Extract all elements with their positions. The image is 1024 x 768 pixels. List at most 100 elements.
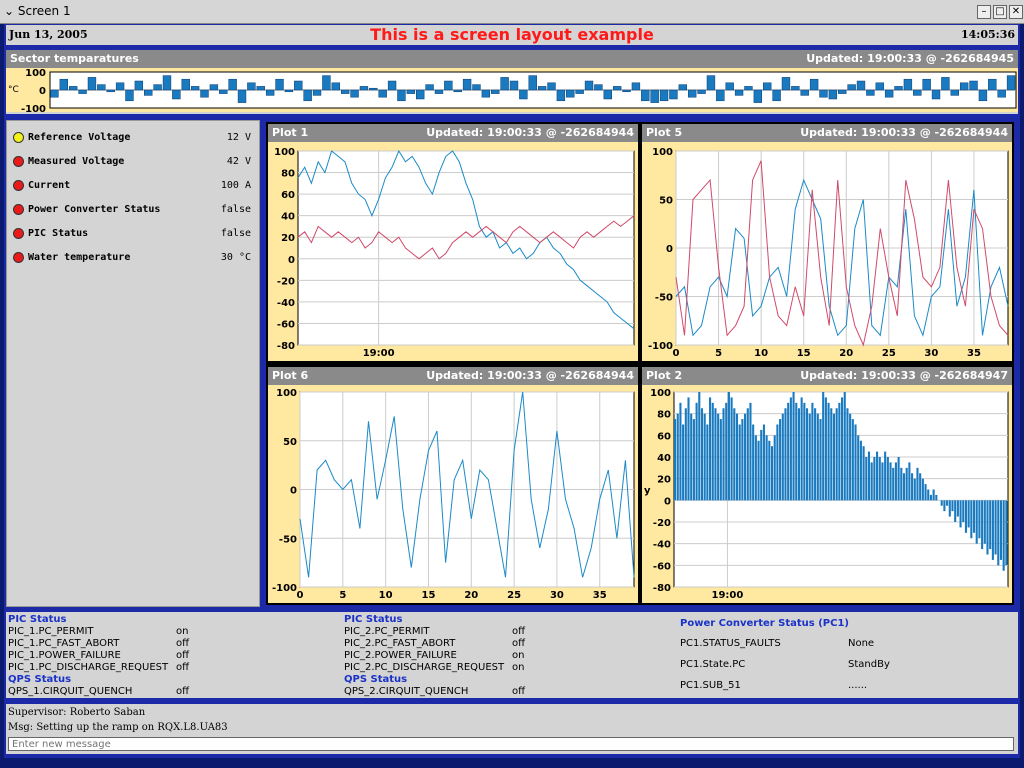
plot6-panel: Plot 6 Updated: 19:00:33 @ -262684944 10… [268, 367, 638, 603]
bottom-status-panel: PIC Status PIC_1.PC_PERMIT on PIC_1.PC_FAST… [6, 612, 1018, 698]
y-tick-label: 40 [281, 212, 295, 223]
bar [768, 440, 771, 501]
y-tick-label: -80 [653, 583, 671, 594]
bar [190, 86, 200, 91]
row-key: PIC_2.POWER_FAILURE [344, 650, 457, 661]
bar [924, 484, 927, 501]
new-message-input[interactable] [8, 737, 1014, 751]
row-key: PIC_1.PC_PERMIT [8, 626, 94, 637]
bar [875, 82, 884, 91]
bar [331, 82, 340, 91]
message-text: Msg: Setting up the ramp on RQX.L8.UA83 [8, 722, 228, 733]
y-tick-label: -60 [277, 319, 295, 330]
y-tick-label: -100 [21, 104, 46, 112]
bar [884, 89, 894, 98]
plot2-panel: Plot 2 Updated: 19:00:33 @ -262684947 10… [642, 367, 1012, 603]
x-tick-label: 0 [297, 590, 304, 601]
x-tick-label: 20 [464, 590, 478, 601]
minimize-button[interactable]: – [977, 5, 991, 19]
bar [125, 89, 134, 102]
status-indicator-icon [13, 132, 24, 143]
pic1-status-table: PIC Status PIC_1.PC_PERMIT on PIC_1.PC_FAST… [8, 614, 338, 698]
bar [959, 500, 962, 528]
x-tick-label: 19:00 [363, 348, 395, 359]
bar [916, 467, 919, 501]
row-key: PIC_1.POWER_FAILURE [8, 650, 121, 661]
bar [406, 89, 416, 94]
bar [749, 402, 752, 501]
bar [725, 82, 734, 91]
bar [819, 89, 828, 98]
maximize-button[interactable]: □ [993, 5, 1007, 19]
sector-title: Sector temparatures [10, 52, 139, 65]
status-value: 12 V [226, 132, 251, 143]
bar [387, 80, 397, 91]
bar [760, 429, 763, 501]
bar [803, 402, 806, 501]
bar [851, 419, 854, 501]
bar [219, 89, 228, 94]
y-tick-label: 50 [283, 437, 297, 448]
bar [322, 75, 331, 91]
table-header: QPS Status [8, 674, 72, 685]
bar [556, 89, 566, 102]
bar [959, 82, 969, 91]
bar [659, 89, 669, 102]
table-row: PIC_1.POWER_FAILURE off [8, 650, 338, 662]
status-value: false [220, 228, 251, 239]
close-button[interactable]: ✕ [1009, 5, 1023, 19]
bar [876, 451, 879, 501]
table-row: PIC_2.POWER_FAILURE on [344, 650, 674, 662]
plot6-title: Plot 6 [272, 369, 309, 382]
bar [862, 446, 865, 501]
y-tick-label: 20 [657, 475, 671, 486]
bar [967, 500, 970, 528]
bar [709, 397, 712, 501]
bar [881, 462, 884, 501]
status-label: Power Converter Status [28, 204, 161, 215]
bar [962, 500, 965, 522]
plot-area [297, 150, 635, 346]
window-menu-icon[interactable]: ⌄ [4, 4, 14, 18]
y-tick-label: 100 [274, 147, 295, 158]
bar [744, 413, 747, 501]
bar [247, 82, 256, 91]
x-tick-label: 25 [882, 348, 896, 359]
plot5-title-bar: Plot 5 Updated: 19:00:33 @ -262684944 [642, 124, 1012, 142]
status-item: Reference Voltage 12 V [13, 130, 257, 146]
bar [528, 75, 537, 91]
status-value: 30 °C [220, 252, 251, 263]
bar [789, 397, 792, 501]
plot1-title: Plot 1 [272, 126, 309, 139]
bar [892, 467, 895, 501]
status-label: PIC Status [28, 228, 89, 239]
bar [791, 86, 800, 91]
bar [991, 500, 994, 560]
supervisor-label: Supervisor: Roberto Saban [8, 707, 146, 718]
bar [87, 77, 97, 91]
bar [983, 500, 986, 544]
bar [209, 84, 219, 91]
bar [462, 78, 472, 91]
bar [734, 89, 744, 96]
table-row: PC1.State.PC StandBy [680, 659, 1010, 680]
bar [800, 89, 809, 96]
bar [425, 84, 434, 91]
bar [822, 392, 825, 501]
plot5-title: Plot 5 [646, 126, 683, 139]
plot6-title-bar: Plot 6 Updated: 19:00:33 @ -262684944 [268, 367, 638, 385]
bar [972, 500, 976, 533]
x-tick-label: 15 [422, 590, 436, 601]
table-row: PIC_1.PC_PERMIT on [8, 626, 338, 638]
bar [481, 89, 491, 98]
header-bar: Jun 13, 2005 This is a screen layout exa… [6, 25, 1018, 45]
bar [902, 473, 906, 501]
bar [679, 402, 682, 501]
bar [779, 419, 782, 501]
bar [350, 89, 359, 98]
bar [682, 424, 685, 501]
bar [986, 500, 989, 555]
bar [997, 89, 1006, 98]
bar [948, 500, 951, 517]
bar [622, 89, 631, 93]
